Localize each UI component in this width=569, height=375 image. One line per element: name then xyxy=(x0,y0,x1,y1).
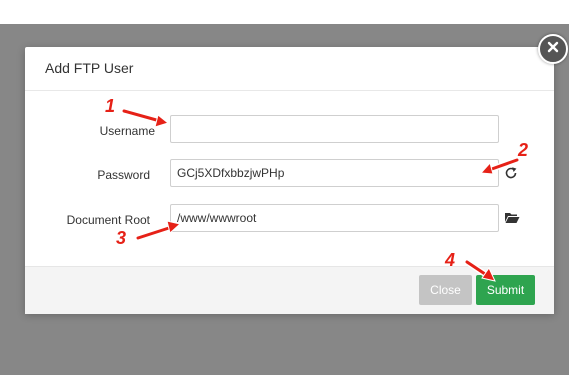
arrow-3 xyxy=(136,225,174,240)
annotation-arrows xyxy=(121,108,520,282)
arrow-2 xyxy=(487,158,519,172)
annotation-marker-3: 3 xyxy=(116,228,127,248)
annotation-marker-4: 4 xyxy=(445,250,456,270)
annotation-marker-2: 2 xyxy=(518,140,529,160)
arrow-1 xyxy=(122,109,162,123)
annotation-marker-1: 1 xyxy=(105,96,116,116)
